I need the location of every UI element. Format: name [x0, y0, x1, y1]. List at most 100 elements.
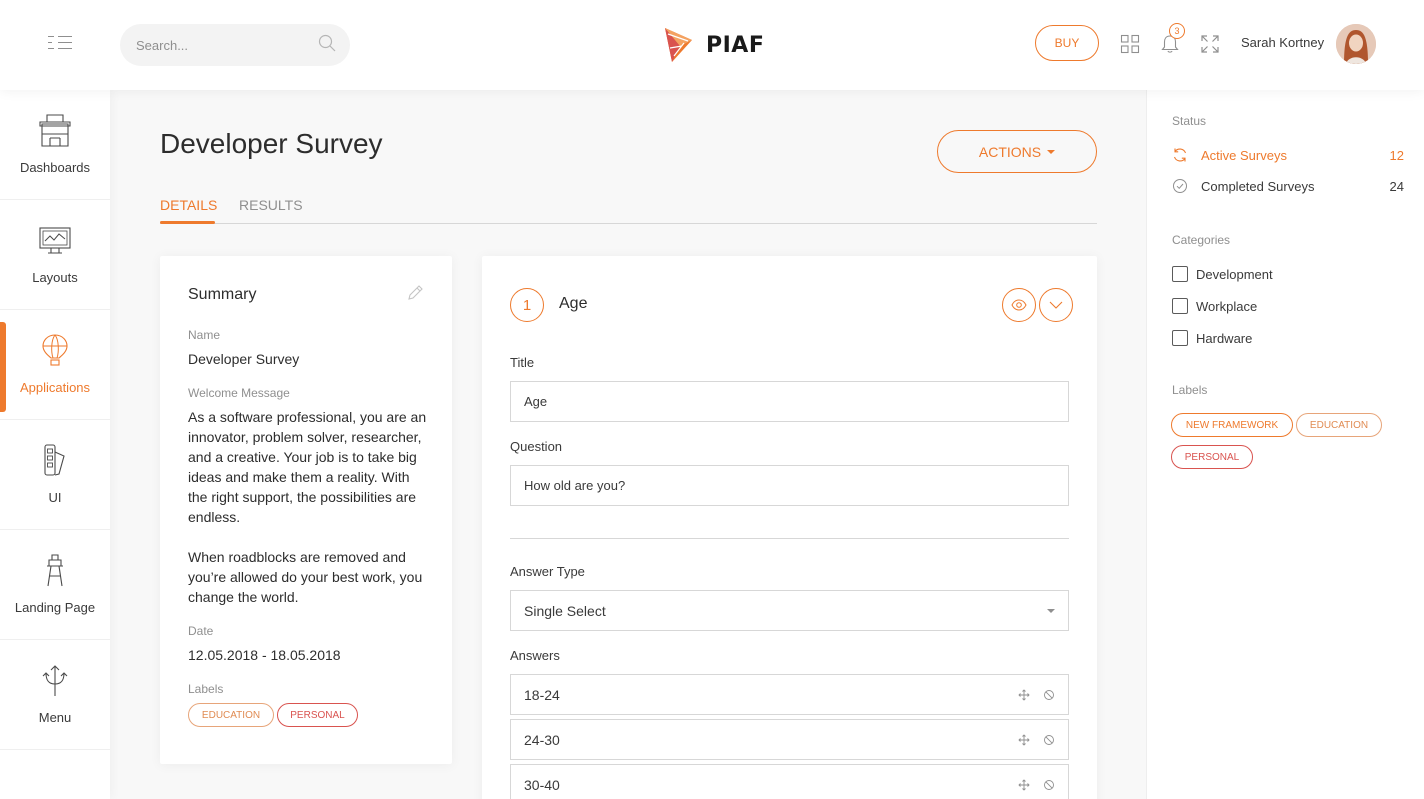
date-value: 12.05.2018 - 18.05.2018	[188, 647, 341, 663]
label-filter-personal[interactable]: PERSONAL	[1171, 445, 1253, 469]
move-icon[interactable]	[1018, 733, 1030, 746]
sidebar-item-layouts[interactable]: Layouts	[0, 200, 110, 310]
name-label: Name	[188, 328, 221, 342]
welcome-paragraph-2: When roadblocks are removed and you’re a…	[188, 549, 423, 605]
categories-heading: Categories	[1172, 233, 1231, 247]
menu-toggle-icon[interactable]	[48, 36, 72, 50]
answer-row[interactable]: 24-30	[510, 719, 1069, 760]
pencil-icon[interactable]	[406, 284, 424, 302]
label-filter-education[interactable]: EDUCATION	[1296, 413, 1382, 437]
main-menu-sidebar: Dashboards Layouts Applications UI Landi…	[0, 90, 110, 799]
remove-icon[interactable]	[1043, 734, 1055, 746]
app-menu-panel: Status Active Surveys 12 Completed Surve…	[1146, 90, 1424, 799]
caret-down-icon	[1047, 149, 1056, 154]
tab-results[interactable]: RESULTS	[239, 197, 303, 213]
pantone-icon	[44, 444, 65, 476]
check-circle-icon	[1173, 179, 1187, 193]
fullscreen-icon[interactable]	[1200, 34, 1220, 54]
piaf-logo-icon	[665, 28, 692, 62]
avatar[interactable]	[1336, 24, 1376, 64]
answer-type-select[interactable]: Single Select	[510, 590, 1069, 631]
sidebar-item-landing-page[interactable]: Landing Page	[0, 530, 110, 640]
answer-row[interactable]: 18-24	[510, 674, 1069, 715]
answer-type-value: Single Select	[524, 602, 606, 619]
search-input[interactable]	[136, 35, 306, 55]
remove-icon[interactable]	[1043, 689, 1055, 701]
category-label: Development	[1196, 266, 1273, 282]
status-label: Completed Surveys	[1201, 178, 1315, 194]
status-label: Active Surveys	[1201, 147, 1287, 163]
search-bar	[120, 24, 350, 66]
label-filter-new-framework[interactable]: NEW FRAMEWORK	[1171, 413, 1293, 437]
section-divider	[510, 538, 1069, 539]
sidebar-item-applications[interactable]: Applications	[0, 310, 110, 420]
chevron-down-icon	[1049, 301, 1063, 309]
labels-label: Labels	[188, 682, 224, 696]
move-icon[interactable]	[1018, 688, 1030, 701]
category-checkbox-hardware[interactable]: Hardware	[1172, 330, 1252, 346]
answer-value: 18-24	[524, 686, 560, 703]
answers-label: Answers	[510, 648, 560, 663]
filter-active-surveys[interactable]: Active Surveys 12	[1172, 144, 1404, 166]
collapse-button[interactable]	[1039, 288, 1073, 322]
move-icon[interactable]	[1018, 778, 1030, 791]
tower-icon	[47, 554, 63, 587]
tab-details[interactable]: DETAILS	[160, 197, 217, 213]
label-badge-personal[interactable]: PERSONAL	[277, 703, 358, 727]
title-field[interactable]	[510, 381, 1069, 422]
sidebar-item-label: Layouts	[32, 270, 78, 285]
answer-value: 24-30	[524, 731, 560, 748]
split-arrows-icon	[42, 665, 68, 696]
user-name[interactable]: Sarah Kortney	[1241, 35, 1324, 50]
shop-icon	[39, 114, 71, 147]
category-checkbox-development[interactable]: Development	[1172, 266, 1273, 282]
search-icon[interactable]	[318, 34, 336, 52]
labels-heading: Labels	[1172, 383, 1208, 397]
status-count: 12	[1389, 147, 1404, 163]
status-count: 24	[1389, 178, 1404, 194]
question-title: Age	[559, 295, 588, 312]
summary-card: Summary Name Developer Survey Welcome Me…	[160, 256, 452, 764]
filter-completed-surveys[interactable]: Completed Surveys 24	[1172, 175, 1404, 197]
sidebar-item-dashboards[interactable]: Dashboards	[0, 90, 110, 200]
label-badge-education[interactable]: EDUCATION	[188, 703, 274, 727]
sidebar-item-label: Landing Page	[14, 600, 96, 615]
category-label: Workplace	[1196, 298, 1258, 314]
title-field-label: Title	[510, 355, 535, 370]
sidebar-item-label: Menu	[38, 710, 72, 725]
apps-grid-icon[interactable]	[1120, 34, 1140, 54]
category-checkbox-workplace[interactable]: Workplace	[1172, 298, 1257, 314]
actions-label: ACTIONS	[978, 143, 1042, 160]
logo-text: PIAF	[706, 32, 765, 58]
answer-type-label: Answer Type	[510, 564, 585, 579]
checkbox[interactable]	[1172, 266, 1188, 282]
date-label: Date	[188, 624, 214, 638]
sidebar-item-label: Applications	[19, 380, 91, 395]
question-field[interactable]	[510, 465, 1069, 506]
summary-title: Summary	[188, 286, 257, 303]
buy-button[interactable]: BUY	[1035, 25, 1099, 61]
answer-row[interactable]: 30-40	[510, 764, 1069, 799]
welcome-label: Welcome Message	[188, 386, 290, 400]
caret-down-icon	[1047, 608, 1055, 613]
sidebar-item-menu[interactable]: Menu	[0, 640, 110, 750]
remove-icon[interactable]	[1043, 779, 1055, 791]
notification-badge: 3	[1169, 23, 1185, 39]
sidebar-item-label: Dashboards	[19, 160, 91, 175]
avatar-image	[1336, 24, 1376, 64]
checkbox[interactable]	[1172, 298, 1188, 314]
page-title: Developer Survey	[160, 128, 383, 159]
monitor-icon	[39, 227, 71, 254]
answer-value: 30-40	[524, 776, 560, 793]
logo[interactable]: PIAF	[662, 26, 764, 64]
tabs-divider	[160, 223, 1097, 224]
status-heading: Status	[1172, 114, 1207, 128]
category-label: Hardware	[1196, 330, 1253, 346]
question-card: 1 Age Title Question Answer Type Single …	[482, 256, 1097, 799]
eye-icon	[1011, 299, 1027, 311]
preview-button[interactable]	[1002, 288, 1036, 322]
name-value: Developer Survey	[188, 351, 300, 367]
actions-dropdown-button[interactable]: ACTIONS	[937, 130, 1097, 173]
checkbox[interactable]	[1172, 330, 1188, 346]
sidebar-item-ui[interactable]: UI	[0, 420, 110, 530]
